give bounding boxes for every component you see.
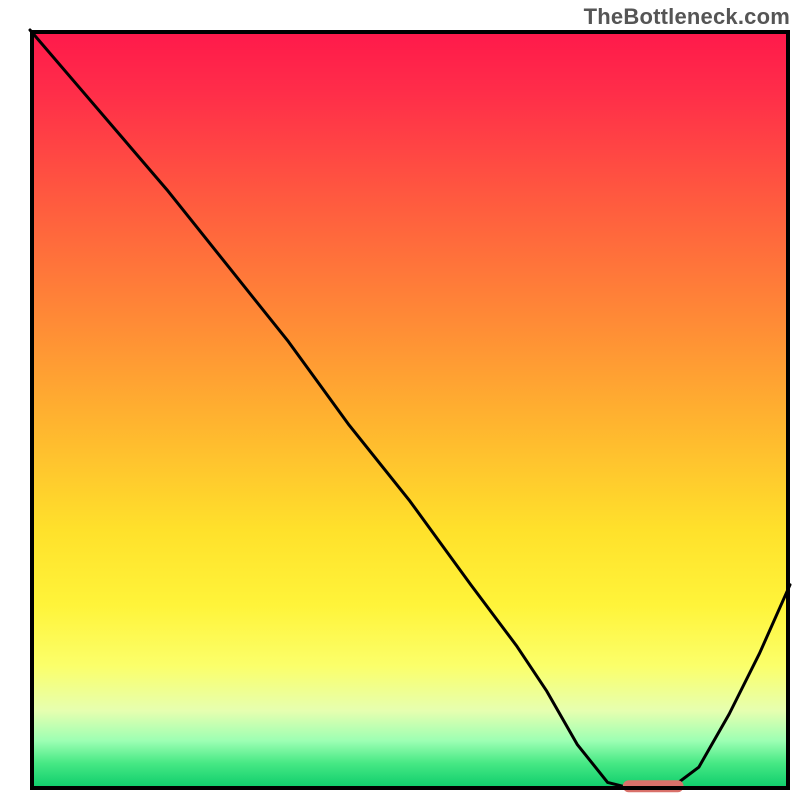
chart-frame: TheBottleneck.com (0, 0, 800, 800)
plot-area (30, 30, 790, 790)
optimal-range-marker (623, 780, 684, 792)
watermark-label: TheBottleneck.com (584, 4, 790, 30)
bottleneck-curve (30, 30, 790, 790)
curve-layer (30, 30, 790, 790)
